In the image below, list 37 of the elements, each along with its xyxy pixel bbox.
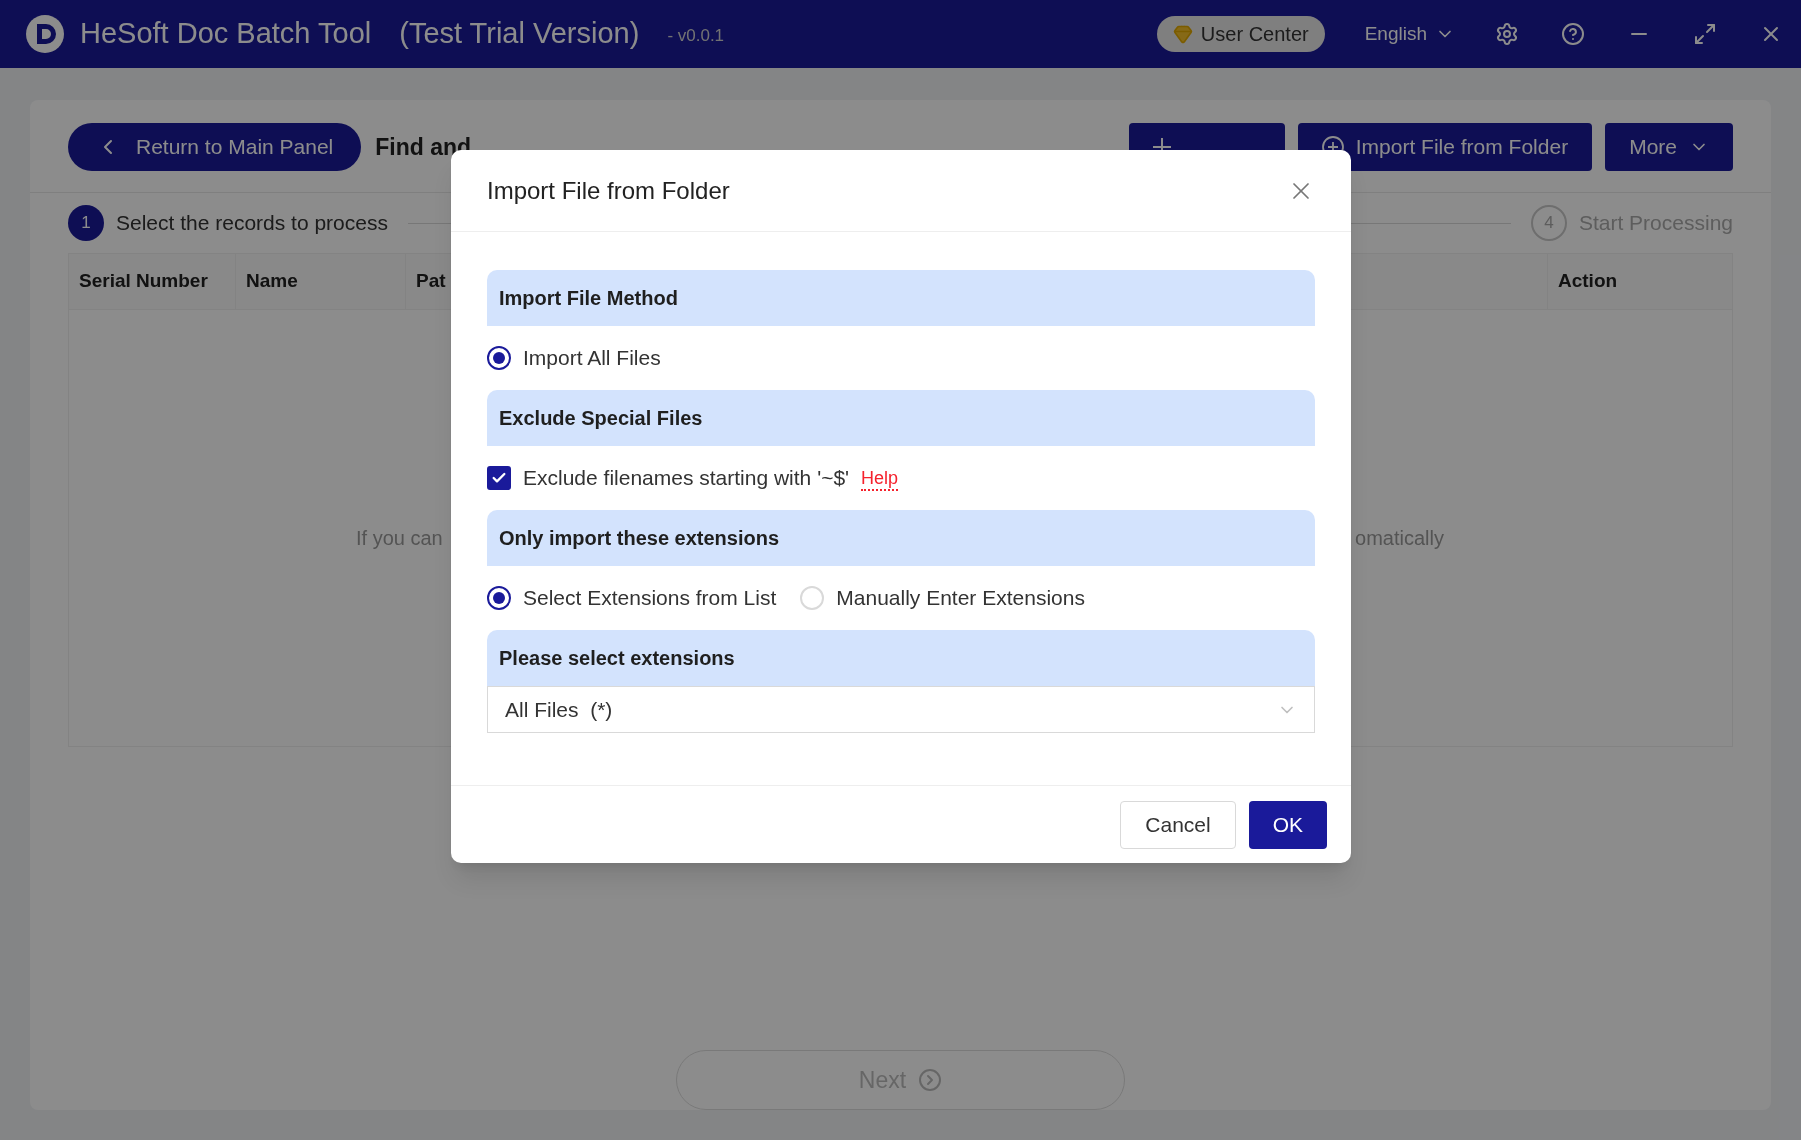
settings-icon[interactable]: [1495, 22, 1519, 46]
toolbar-button[interactable]: Import File from Folder: [1297, 123, 1593, 171]
extension-select[interactable]: All Files (*): [487, 686, 1315, 733]
radio-button[interactable]: [487, 346, 511, 370]
gem-icon: [1172, 24, 1193, 44]
logo-icon: [25, 14, 65, 54]
section-header: Exclude Special Files: [487, 390, 1315, 446]
empty-hint: If you can: [356, 526, 443, 551]
checkbox-label: Exclude filenames starting with '~$': [523, 465, 850, 492]
radio-label: Manually Enter Extensions: [836, 585, 1085, 612]
ok-button[interactable]: OK: [1248, 800, 1327, 849]
language-dropdown[interactable]: English: [1364, 19, 1455, 49]
help-link[interactable]: Help: [861, 469, 899, 491]
dialog-title: Import File from Folder: [487, 175, 730, 206]
toolbar-button[interactable]: More: [1605, 123, 1733, 171]
section-header: Only import these extensions: [487, 510, 1315, 566]
radio-button[interactable]: [487, 586, 511, 610]
app-title: HeSoft Doc Batch Tool: [80, 16, 372, 52]
step-label: Select the records to process: [116, 210, 388, 237]
radio-label: Import All Files: [523, 345, 661, 372]
user-center-button[interactable]: User Center: [1156, 16, 1325, 52]
section-header: Please select extensions: [487, 630, 1315, 686]
empty-hint: omatically: [1355, 526, 1444, 551]
version-label: - v0.0.1: [667, 25, 725, 48]
checkbox[interactable]: [487, 466, 511, 490]
step-number: 1: [68, 205, 104, 241]
section-header: Import File Method: [487, 270, 1315, 326]
maximize-icon[interactable]: [1693, 22, 1717, 46]
cancel-button[interactable]: Cancel: [1120, 800, 1236, 849]
help-icon[interactable]: [1561, 22, 1585, 46]
column-header: Serial Number: [69, 254, 236, 309]
return-button[interactable]: Return to Main Panel: [68, 123, 362, 171]
radio-label: Select Extensions from List: [523, 585, 777, 612]
edition-label: (Test Trial Version): [399, 16, 640, 52]
chevron-right-circle-icon: [918, 1068, 943, 1092]
column-header: Name: [236, 254, 406, 309]
column-header: Action: [1557, 269, 1619, 294]
